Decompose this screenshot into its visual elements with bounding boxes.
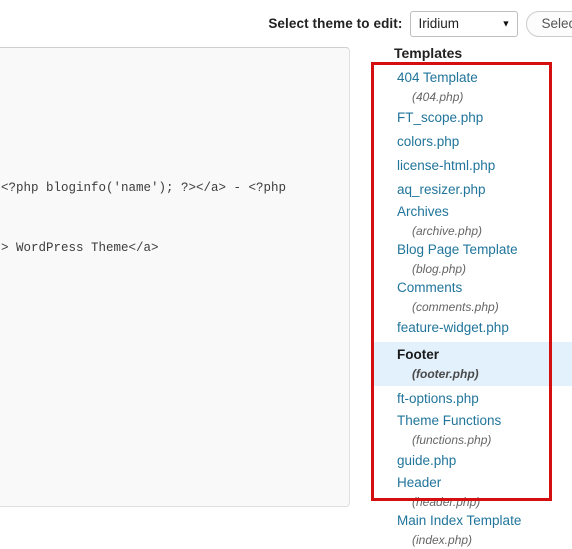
template-filename: (comments.php) — [412, 300, 499, 314]
template-link[interactable]: Main Index Template — [384, 511, 572, 531]
template-list-item[interactable]: license-html.php — [371, 154, 572, 178]
template-list-item[interactable]: FT_scope.php — [371, 106, 572, 130]
theme-select-dropdown[interactable]: Iridium ▼ — [410, 10, 519, 37]
template-list-item[interactable]: aq_resizer.php — [371, 178, 572, 202]
template-link[interactable]: Footer — [384, 345, 572, 365]
template-link[interactable]: colors.php — [384, 130, 572, 154]
template-link[interactable]: Theme Functions — [384, 411, 572, 431]
theme-select-value: Iridium — [418, 16, 459, 31]
template-list-item[interactable]: feature-widget.php — [371, 316, 572, 340]
template-filename: (archive.php) — [412, 224, 483, 238]
template-filename: (404.php) — [412, 90, 464, 104]
template-link[interactable]: aq_resizer.php — [384, 178, 572, 202]
template-filename: (footer.php) — [412, 367, 479, 381]
select-theme-label: Select theme to edit: — [268, 16, 403, 31]
template-link[interactable]: FT_scope.php — [384, 106, 572, 130]
theme-editor-panel: <?php bloginfo('name'); ?></a> - <?php >… — [0, 47, 350, 507]
code-editor-textarea[interactable]: <?php bloginfo('name'); ?></a> - <?php >… — [0, 48, 349, 506]
template-filename: (header.php) — [412, 495, 481, 509]
template-list-item[interactable]: Main Index Template (index.php) — [371, 511, 572, 549]
template-list-item[interactable]: Theme Functions (functions.php) — [371, 411, 572, 449]
template-link[interactable]: Blog Page Template — [384, 240, 572, 260]
template-list-item[interactable]: Comments (comments.php) — [371, 278, 572, 316]
theme-select-bar-inner: Select theme to edit: Iridium ▼ Select — [268, 10, 572, 37]
template-filename: (index.php) — [412, 533, 473, 547]
template-filename: (blog.php) — [412, 262, 467, 276]
templates-list: 404 Template (404.php) FT_scope.php colors.… — [371, 62, 572, 549]
templates-column: Templates 404 Template (404.php) FT_scope.… — [371, 45, 572, 547]
template-list-item[interactable]: ft-options.php — [371, 387, 572, 411]
template-link[interactable]: ft-options.php — [384, 387, 572, 411]
template-link[interactable]: license-html.php — [384, 154, 572, 178]
template-list-item[interactable]: Archives (archive.php) — [371, 202, 572, 240]
template-list-item[interactable]: guide.php — [371, 449, 572, 473]
template-filename: (functions.php) — [412, 433, 492, 447]
theme-select-bar: Select theme to edit: Iridium ▼ Select — [0, 0, 572, 47]
template-list-item[interactable]: Footer (footer.php) — [371, 342, 572, 386]
template-list-item[interactable]: Blog Page Template (blog.php) — [371, 240, 572, 278]
template-list-item[interactable]: 404 Template (404.php) — [371, 68, 572, 106]
select-theme-button-label: Select — [541, 16, 572, 31]
template-list-item[interactable]: colors.php — [371, 130, 572, 154]
template-list-item[interactable]: Header (header.php) — [371, 473, 572, 511]
template-link[interactable]: feature-widget.php — [384, 316, 572, 340]
template-link[interactable]: Header — [384, 473, 572, 493]
template-link[interactable]: Archives — [384, 202, 572, 222]
chevron-down-icon: ▼ — [501, 18, 511, 28]
template-link[interactable]: 404 Template — [384, 68, 572, 88]
template-link[interactable]: guide.php — [384, 449, 572, 473]
template-link[interactable]: Comments — [384, 278, 572, 298]
select-theme-button[interactable]: Select — [526, 10, 572, 37]
